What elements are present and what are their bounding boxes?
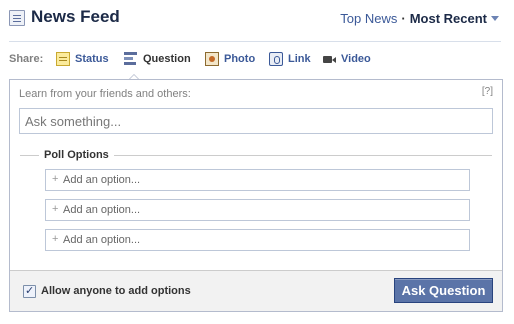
plus-icon: + [52, 173, 59, 185]
chevron-down-icon[interactable] [491, 16, 499, 21]
most-recent-link[interactable]: Most Recent [410, 11, 487, 26]
question-icon [124, 52, 138, 66]
share-photo-label: Photo [224, 53, 256, 65]
ask-question-button[interactable]: Ask Question [394, 278, 493, 303]
allow-options-checkbox[interactable] [23, 284, 36, 298]
poll-divider-left [20, 155, 39, 156]
photo-icon [205, 52, 219, 66]
question-composer: Learn from your friends and others: [?] … [9, 79, 503, 312]
poll-option-input[interactable] [63, 231, 463, 249]
poll-divider-right [114, 155, 492, 156]
allow-options-label[interactable]: Allow anyone to add options [41, 285, 191, 297]
composer-footer: Allow anyone to add options Ask Question [10, 270, 502, 311]
question-input[interactable] [19, 108, 493, 134]
poll-option-field[interactable]: + [45, 169, 470, 191]
composer-prompt: Learn from your friends and others: [19, 88, 191, 100]
poll-options-title: Poll Options [44, 149, 109, 161]
share-label: Share: [9, 53, 44, 65]
video-icon [322, 52, 336, 66]
feed-sort: Top News · Most Recent [340, 11, 499, 26]
top-news-link[interactable]: Top News [340, 11, 397, 26]
page-title: News Feed [31, 7, 120, 26]
status-icon [56, 52, 70, 66]
help-link[interactable]: [?] [482, 86, 493, 97]
sort-separator: · [401, 11, 406, 26]
poll-option-input[interactable] [63, 171, 463, 189]
poll-option-field[interactable]: + [45, 199, 470, 221]
share-question-label: Question [143, 53, 191, 65]
news-feed-icon [9, 10, 25, 26]
header-divider [9, 41, 501, 42]
share-link-label: Link [288, 53, 311, 65]
share-status-label: Status [75, 53, 109, 65]
share-video-label: Video [341, 53, 371, 65]
link-icon [269, 52, 283, 66]
plus-icon: + [52, 203, 59, 215]
poll-option-input[interactable] [63, 201, 463, 219]
poll-option-field[interactable]: + [45, 229, 470, 251]
feed-header: News Feed Top News · Most Recent [9, 6, 499, 32]
plus-icon: + [52, 233, 59, 245]
